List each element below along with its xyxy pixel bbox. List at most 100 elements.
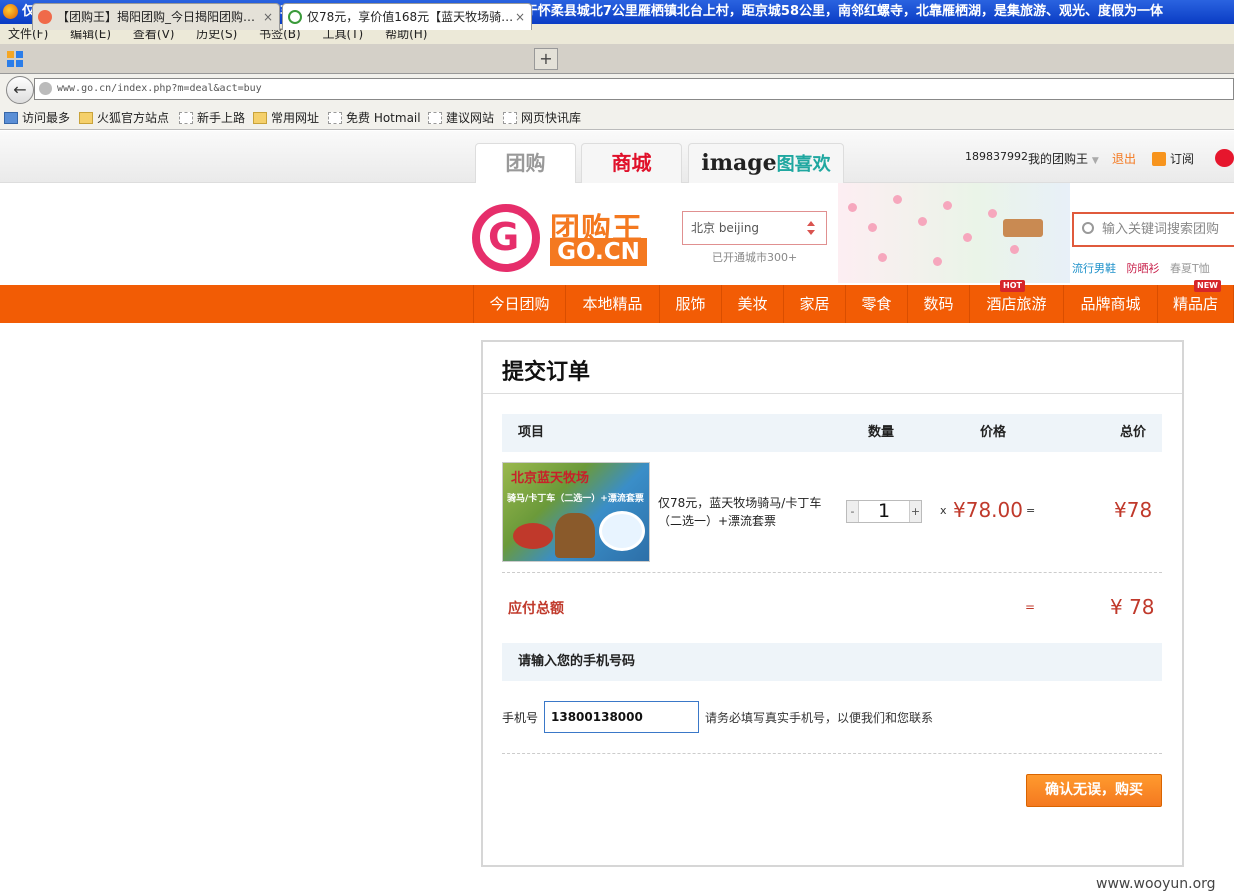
folder-icon — [79, 112, 93, 124]
url-text: www.go.cn/index.php?m=deal&act=buy — [57, 83, 262, 94]
bookmark-label: 建议网站 — [446, 111, 495, 125]
watermark: www.wooyun.org — [1096, 876, 1216, 892]
amount-due-label: 应付总额 — [508, 601, 564, 617]
page-icon — [428, 112, 442, 124]
quantity-input[interactable]: 1 — [861, 501, 907, 522]
subscribe-link[interactable]: 订阅 — [1152, 150, 1194, 167]
page-icon — [328, 112, 342, 124]
bookmark-label: 常用网址 — [271, 111, 320, 125]
bookmark-common-sites[interactable]: 常用网址 — [253, 106, 319, 130]
thumbnail-caption: 骑马/卡丁车（二选一）+漂流套票 — [507, 494, 644, 504]
logout-link[interactable]: 退出 — [1112, 150, 1136, 167]
tab-groupon-home[interactable]: 【团购王】揭阳团购_今日揭阳团购… × — [32, 3, 280, 30]
increase-quantity-button[interactable]: + — [909, 501, 921, 522]
firefox-icon — [3, 4, 18, 19]
my-account-label: 我的团购王 — [1028, 152, 1089, 166]
phone-input[interactable]: 13800138000 — [544, 701, 699, 733]
nav-apparel[interactable]: 服饰 — [660, 285, 722, 323]
bookmark-web-slice-gallery[interactable]: 网页快讯库 — [503, 106, 581, 130]
hot-keyword-sun-shirt[interactable]: 防晒衫 — [1127, 262, 1160, 275]
site-favicon-icon — [38, 10, 52, 24]
logo-domain[interactable]: GO.CN — [550, 238, 647, 266]
order-table-header — [502, 414, 1162, 452]
bookmark-label: 新手上路 — [197, 111, 246, 125]
bookmark-getting-started[interactable]: 新手上路 — [179, 106, 245, 130]
tab-label: 【团购王】揭阳团购_今日揭阳团购… — [57, 10, 256, 24]
house-icon — [1003, 219, 1043, 237]
address-bar[interactable]: www.go.cn/index.php?m=deal&act=buy — [34, 78, 1234, 100]
back-button[interactable]: ← — [6, 76, 34, 104]
nav-brand-mall[interactable]: 品牌商城 — [1064, 285, 1158, 323]
tab-close-icon[interactable]: × — [263, 4, 273, 30]
bookmark-firefox-official[interactable]: 火狐官方站点 — [79, 106, 169, 130]
item-total: ¥78 — [1114, 498, 1153, 522]
channel-tab-image[interactable]: image图喜欢 — [688, 143, 844, 183]
tab-order-page[interactable]: 仅78元，享价值168元【蓝天牧场骑… × — [282, 3, 532, 30]
bookmarks-toolbar: 访问最多 火狐官方站点 新手上路 常用网址 免费 Hotmail 建议网站 网页… — [0, 106, 1234, 130]
new-badge: NEW — [1194, 280, 1221, 292]
divider — [502, 572, 1162, 573]
due-equals-sign: = — [1025, 600, 1036, 614]
channel-tab-groupon[interactable]: 团购 — [475, 143, 576, 183]
title-divider — [483, 393, 1182, 394]
tab-groups-icon[interactable] — [6, 50, 24, 68]
product-name[interactable]: 仅78元，蓝天牧场骑马/卡丁车（二选一）+漂流套票 — [658, 494, 828, 530]
logo-g-icon[interactable] — [472, 204, 540, 272]
multiply-sign: x — [940, 504, 947, 517]
back-arrow-icon: ← — [13, 80, 27, 99]
cherry-blossom-banner — [838, 183, 1070, 283]
go-kart-image — [513, 523, 553, 549]
search-icon — [1082, 222, 1094, 234]
page-icon — [503, 112, 517, 124]
phone-section-header: 请输入您的手机号码 — [502, 643, 1162, 681]
quantity-stepper: - 1 + — [846, 500, 922, 523]
page-title: 提交订单 — [502, 360, 591, 385]
equals-sign: = — [1026, 504, 1036, 517]
hot-badge: HOT — [1000, 280, 1025, 292]
city-count-note: 已开通城市300+ — [712, 251, 798, 264]
product-thumbnail[interactable]: 北京蓝天牧场 骑马/卡丁车（二选一）+漂流套票 — [502, 462, 650, 562]
folder-icon — [253, 112, 267, 124]
bookmark-hotmail[interactable]: 免费 Hotmail — [328, 106, 421, 130]
column-quantity: 数量 — [868, 425, 895, 440]
bookmark-label: 火狐官方站点 — [97, 111, 170, 125]
thumbnail-title: 北京蓝天牧场 — [511, 471, 590, 486]
rafting-image — [599, 511, 645, 551]
confirm-purchase-button[interactable]: 确认无误，购买 — [1026, 774, 1162, 807]
bookmark-suggested-sites[interactable]: 建议网站 — [428, 106, 494, 130]
column-price: 价格 — [980, 425, 1007, 440]
city-selector[interactable]: 北京 beijing — [682, 211, 827, 245]
page-icon — [179, 112, 193, 124]
bookmark-most-visited[interactable]: 访问最多 — [4, 106, 70, 130]
bookmark-label: 访问最多 — [22, 111, 71, 125]
nav-local-picks[interactable]: 本地精品 — [566, 285, 660, 323]
column-total: 总价 — [1120, 425, 1147, 440]
unit-price: ¥78.00 — [953, 498, 1023, 522]
nav-home[interactable]: 家居 — [784, 285, 846, 323]
weibo-icon[interactable] — [1215, 149, 1234, 167]
updown-arrow-icon — [807, 221, 815, 235]
nav-digital[interactable]: 数码 — [908, 285, 970, 323]
user-id[interactable]: 189837992 — [965, 150, 1028, 163]
new-tab-button[interactable]: + — [534, 48, 558, 70]
city-value: 北京 beijing — [691, 221, 760, 235]
channel-tab-mall[interactable]: 商城 — [581, 143, 682, 183]
column-item: 项目 — [518, 425, 545, 440]
loading-icon — [288, 10, 302, 24]
my-account-menu[interactable]: 我的团购王 ▼ — [1028, 150, 1099, 167]
nav-beauty[interactable]: 美妆 — [722, 285, 784, 323]
rss-icon — [1152, 152, 1166, 166]
nav-snacks[interactable]: 零食 — [846, 285, 908, 323]
hot-keyword-tshirt[interactable]: 春夏T恤 — [1170, 262, 1210, 275]
hot-keyword-mens-shoes[interactable]: 流行男鞋 — [1072, 262, 1116, 275]
nav-today-deals[interactable]: 今日团购 — [473, 285, 566, 323]
decrease-quantity-button[interactable]: - — [847, 501, 859, 522]
search-input[interactable]: 输入关键词搜索团购 — [1072, 212, 1234, 247]
image-brand-cn: 图喜欢 — [776, 154, 831, 175]
horse-image — [555, 513, 595, 558]
amount-due-total: ¥ 78 — [1110, 595, 1155, 619]
tab-close-icon[interactable]: × — [515, 4, 525, 30]
image-brand-latin: image — [701, 150, 777, 176]
search-placeholder: 输入关键词搜索团购 — [1102, 222, 1220, 237]
dropdown-caret-icon: ▼ — [1091, 156, 1099, 166]
